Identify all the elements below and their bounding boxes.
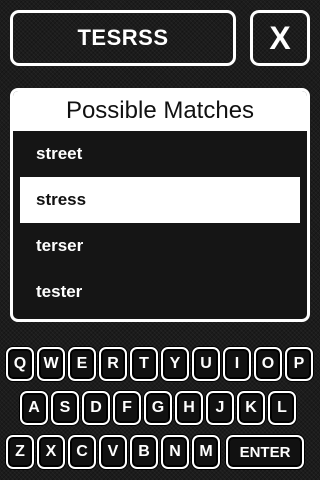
key-c[interactable]: C — [68, 435, 96, 469]
key-z[interactable]: Z — [6, 435, 34, 469]
key-m[interactable]: M — [192, 435, 220, 469]
key-a[interactable]: A — [20, 391, 48, 425]
keyboard-row-3: Z X C V B N M ENTER — [0, 435, 320, 469]
key-e[interactable]: E — [68, 347, 96, 381]
match-item-terser[interactable]: terser — [20, 223, 300, 269]
key-y[interactable]: Y — [161, 347, 189, 381]
key-k[interactable]: K — [237, 391, 265, 425]
possible-matches-title: Possible Matches — [65, 97, 255, 124]
match-item-street[interactable]: street — [20, 131, 300, 177]
key-t[interactable]: T — [130, 347, 158, 381]
key-j[interactable]: J — [206, 391, 234, 425]
key-x[interactable]: X — [37, 435, 65, 469]
clear-icon: X — [269, 19, 291, 56]
possible-matches-header: Possible Matches — [13, 91, 307, 131]
possible-matches-panel: Possible Matches street stress terser te… — [10, 88, 310, 322]
current-word-display: TESRSS — [10, 10, 236, 66]
match-item-label: terser — [36, 236, 84, 255]
key-i[interactable]: I — [223, 347, 251, 381]
match-item-label: stress — [36, 190, 87, 209]
match-item-label: tester — [36, 282, 83, 301]
key-f[interactable]: F — [113, 391, 141, 425]
key-d[interactable]: D — [82, 391, 110, 425]
key-g[interactable]: G — [144, 391, 172, 425]
key-s[interactable]: S — [51, 391, 79, 425]
enter-key[interactable]: ENTER — [226, 435, 304, 469]
key-l[interactable]: L — [268, 391, 296, 425]
key-r[interactable]: R — [99, 347, 127, 381]
key-w[interactable]: W — [37, 347, 65, 381]
clear-button[interactable]: X — [250, 10, 310, 66]
key-u[interactable]: U — [192, 347, 220, 381]
key-v[interactable]: V — [99, 435, 127, 469]
match-item-label: street — [36, 144, 83, 163]
keyboard-row-1: QWERTYUIOP — [0, 347, 320, 381]
match-item-tester[interactable]: tester — [20, 269, 300, 315]
matches-list: street stress terser tester — [13, 131, 307, 315]
match-item-stress[interactable]: stress — [20, 177, 300, 223]
key-p[interactable]: P — [285, 347, 313, 381]
key-o[interactable]: O — [254, 347, 282, 381]
key-b[interactable]: B — [130, 435, 158, 469]
key-q[interactable]: Q — [6, 347, 34, 381]
key-n[interactable]: N — [161, 435, 189, 469]
keyboard-row-2: ASDFGHJKL — [0, 391, 320, 425]
current-word-text: TESRSS — [77, 25, 169, 50]
key-h[interactable]: H — [175, 391, 203, 425]
